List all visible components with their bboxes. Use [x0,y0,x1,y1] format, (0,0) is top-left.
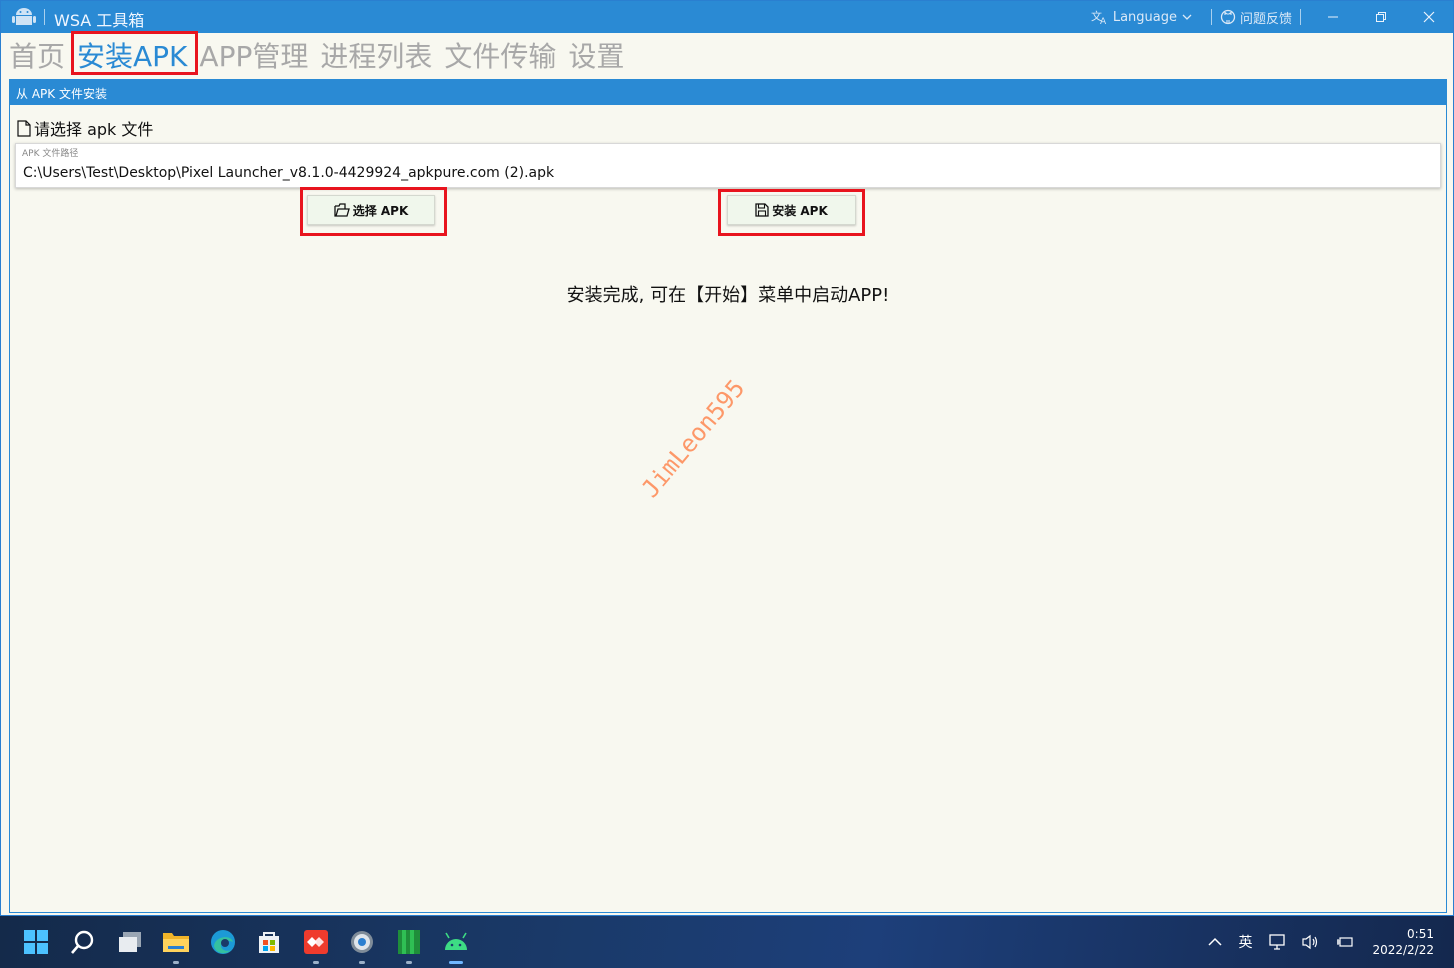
highlight-box-install [718,189,865,236]
translate-icon: 文 A [1091,9,1107,25]
tab-process-list[interactable]: 进程列表 [320,35,432,75]
apk-path-value: C:\Users\Test\Desktop\Pixel Launcher_v8.… [23,165,555,181]
taskbar-search-button[interactable] [68,927,98,957]
tab-home[interactable]: 首页 [9,35,65,75]
battery-icon [1337,937,1354,947]
github-icon [1220,9,1236,25]
store-icon [259,932,279,953]
taskbar-file-explorer[interactable] [161,927,191,964]
file-icon [17,119,31,137]
taskbar-app-green[interactable] [394,927,424,964]
volume-button[interactable] [1302,934,1320,950]
tab-app-management[interactable]: APP管理 [199,35,308,75]
search-icon [71,930,94,954]
clock-time: 0:51 [1407,927,1434,941]
feedback-label: 问题反馈 [1239,11,1292,27]
apk-path-label: APK 文件路径 [22,149,79,159]
title-separator [44,9,45,25]
remote-desktop-icon [304,930,328,954]
status-message: 安装完成, 可在【开始】菜单中启动APP! [566,285,890,306]
title-bar[interactable]: WSA 工具箱 文 A Language 问题反馈 [1,1,1453,33]
network-icon [1269,934,1286,950]
start-button[interactable] [21,927,51,957]
install-panel: 从 APK 文件安装 请选择 apk 文件 APK 文件路径 C:\Users\… [9,79,1447,913]
network-button[interactable] [1268,934,1286,950]
gear-icon [351,931,373,953]
taskbar-task-view[interactable] [115,927,145,957]
highlight-box-tab [71,31,198,75]
edge-icon [211,930,235,954]
taskbar-anydesk[interactable] [301,927,331,964]
android-icon [445,932,467,950]
running-indicator [173,961,179,964]
task-view-icon [119,932,141,952]
language-selector[interactable]: 文 A Language [1091,9,1193,25]
windows-start-icon [24,930,48,954]
select-prompt: 请选择 apk 文件 [17,116,153,140]
ime-indicator[interactable]: 英 [1238,932,1252,952]
taskbar: 英 0:51 2022/2/22 [0,916,1454,968]
minimize-button[interactable] [1309,1,1357,33]
battery-button[interactable] [1336,934,1354,950]
panel-header: 从 APK 文件安装 [10,80,1446,105]
taskbar-clock[interactable]: 0:51 2022/2/22 [1372,926,1434,958]
restore-button[interactable] [1357,1,1405,33]
taskbar-settings[interactable] [347,927,377,964]
folder-icon [163,933,189,952]
taskbar-wsa-toolbox[interactable] [441,927,471,964]
app-window: WSA 工具箱 文 A Language 问题反馈 首页 安装APK APP管理… [0,0,1454,916]
language-label: Language [1112,9,1177,25]
clock-date: 2022/2/22 [1372,943,1434,957]
chevron-up-icon [1208,937,1222,946]
chevron-down-icon [1182,14,1192,20]
restore-icon [1376,12,1386,22]
toolbar-separator [1210,9,1212,25]
android-icon [12,8,36,25]
select-prompt-label: 请选择 apk 文件 [34,120,154,139]
taskbar-edge[interactable] [208,927,238,957]
running-indicator [406,961,412,964]
window-title: WSA 工具箱 [54,11,145,30]
highlight-box-select [300,187,447,236]
apk-path-field[interactable]: APK 文件路径 C:\Users\Test\Desktop\Pixel Lau… [15,143,1441,188]
close-button[interactable] [1405,1,1453,33]
feedback-button[interactable]: 问题反馈 [1220,8,1292,27]
active-indicator [449,961,463,964]
system-tray: 英 0:51 2022/2/22 [1200,916,1454,968]
speaker-icon [1302,934,1318,950]
minimize-icon [1328,16,1338,18]
tab-settings[interactable]: 设置 [568,35,624,75]
tab-file-transfer[interactable]: 文件传输 [444,35,556,75]
tray-overflow-button[interactable] [1208,937,1222,947]
close-icon [1423,11,1435,23]
running-indicator [359,961,365,964]
svg-text:A: A [1100,17,1107,25]
toolbar-separator [1300,9,1301,25]
book-icon [398,930,420,954]
taskbar-store[interactable] [254,927,284,957]
running-indicator [313,961,319,964]
